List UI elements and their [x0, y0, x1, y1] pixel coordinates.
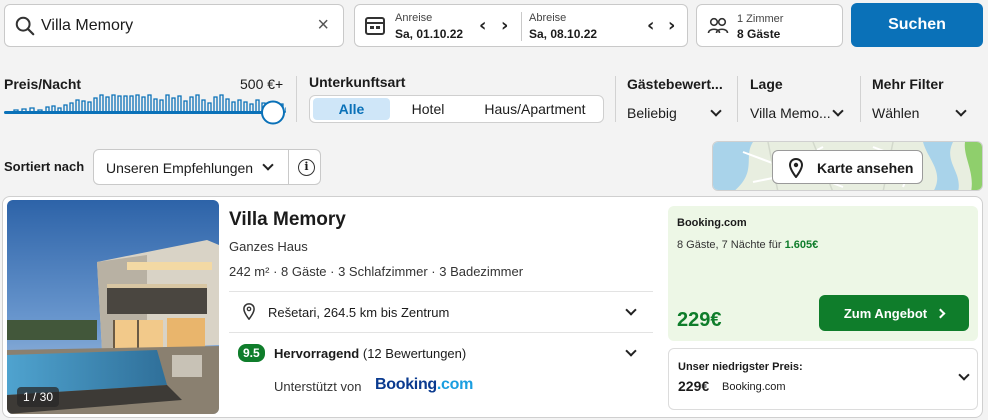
booking-logo: Booking.com: [375, 376, 473, 394]
search-button[interactable]: Suchen: [851, 3, 983, 47]
sort-label: Sortiert nach: [4, 159, 85, 174]
offer-details: 8 Gäste, 7 Nächte für 1.605€: [677, 239, 818, 251]
checkin-prev-icon[interactable]: ‹: [479, 15, 486, 36]
listing-type: Ganzes Haus: [229, 239, 308, 254]
rating-filter-value[interactable]: Beliebig: [627, 105, 677, 121]
show-map-label: Karte ansehen: [817, 160, 914, 176]
more-filters-value[interactable]: Wählen: [872, 105, 919, 121]
checkin-value[interactable]: Sa, 01.10.22: [395, 27, 463, 41]
sort-select[interactable]: Unseren Empfehlungen i: [93, 149, 321, 185]
calendar-icon: [365, 17, 385, 35]
booking-logo-main: Booking: [375, 376, 437, 393]
lowest-price-chevron-down-icon[interactable]: [958, 369, 970, 381]
rating-expand-chevron-icon[interactable]: [625, 345, 637, 357]
rating-summary: Hervorragend (12 Bewertungen): [274, 346, 466, 361]
result-card: 1 / 30 Villa Memory Ganzes Haus 242 m² ·…: [2, 196, 983, 418]
lowest-price-label: Unser niedrigster Preis:: [678, 361, 803, 373]
row-divider: [229, 291, 653, 292]
listing-photo[interactable]: 1 / 30: [7, 200, 219, 414]
filter-divider: [615, 76, 616, 122]
filter-divider: [737, 76, 738, 122]
price-slider[interactable]: [4, 90, 286, 126]
checkout-value[interactable]: Sa, 08.10.22: [529, 27, 597, 41]
offer-details-prefix: 8 Gäste, 7 Nächte für: [677, 239, 782, 251]
location-filter-label: Lage: [750, 76, 783, 92]
offer-provider: Booking.com: [677, 217, 747, 229]
row-divider: [229, 332, 653, 333]
location-pin-icon: [243, 303, 255, 320]
rating-score-badge: 9.5: [238, 344, 265, 362]
offer-total: 1.605€: [784, 239, 819, 251]
more-filters-chevron-down-icon[interactable]: [955, 105, 967, 117]
guests-label: 8 Gäste: [737, 27, 781, 41]
search-icon: [15, 16, 35, 36]
type-option-hotel[interactable]: Hotel: [390, 96, 466, 122]
price-histogram: [6, 94, 286, 113]
clear-search-icon[interactable]: ×: [317, 15, 329, 35]
guests-icon: [707, 17, 729, 34]
search-bar: Villa Memory × Anreise Sa, 01.10.22 ‹ › …: [0, 0, 988, 56]
checkout-prev-icon[interactable]: ‹: [647, 15, 654, 36]
view-offer-button[interactable]: Zum Angebot: [819, 295, 969, 331]
search-value: Villa Memory: [41, 17, 134, 34]
type-filter-label: Unterkunftsart: [309, 74, 406, 90]
sort-chevron-down-icon: [262, 159, 274, 171]
more-filters-label: Mehr Filter: [872, 76, 944, 92]
rating-filter-label: Gästebewert...: [627, 76, 723, 92]
checkin-next-icon[interactable]: ›: [501, 15, 508, 36]
rooms-guests-selector[interactable]: 1 Zimmer 8 Gäste: [696, 4, 843, 47]
destination-search-input[interactable]: Villa Memory ×: [4, 4, 344, 47]
price-slider-handle[interactable]: [261, 100, 285, 125]
type-option-all[interactable]: Alle: [313, 98, 390, 120]
checkin-label: Anreise: [395, 12, 433, 24]
lowest-price-value: 229€: [678, 378, 710, 394]
show-map-button[interactable]: Karte ansehen: [772, 150, 923, 184]
offer-price: 229€: [677, 309, 722, 331]
lowest-price-panel[interactable]: Unser niedrigster Preis: 229€ Booking.co…: [668, 348, 978, 410]
listing-title[interactable]: Villa Memory: [229, 209, 346, 231]
price-slider-track: [4, 111, 272, 114]
sort-divider: [288, 150, 289, 184]
view-offer-label: Zum Angebot: [843, 305, 928, 321]
rooms-label: 1 Zimmer: [737, 13, 784, 25]
date-picker[interactable]: Anreise Sa, 01.10.22 ‹ › Abreise Sa, 08.…: [354, 4, 688, 47]
filter-divider: [296, 76, 297, 122]
supported-by-label: Unterstützt von: [274, 379, 362, 394]
lowest-price-provider: Booking.com: [722, 381, 786, 393]
checkout-label: Abreise: [529, 12, 567, 24]
accommodation-type-segmented: Alle Hotel Haus/Apartment: [309, 95, 604, 123]
location-expand-chevron-icon[interactable]: [625, 304, 637, 316]
location-chevron-down-icon[interactable]: [832, 105, 844, 117]
map-pin-icon: [789, 158, 803, 178]
listing-facts: 242 m² · 8 Gäste · 3 Schlafzimmer · 3 Ba…: [229, 264, 524, 279]
filter-divider: [860, 76, 861, 122]
offer-panel: Booking.com 8 Gäste, 7 Nächte für 1.605€…: [668, 206, 978, 341]
info-icon[interactable]: i: [298, 159, 315, 176]
listing-location: Rešetari, 264.5 km bis Zentrum: [268, 305, 450, 320]
photo-counter: 1 / 30: [17, 387, 60, 407]
date-divider: [521, 12, 522, 41]
booking-logo-suffix: .com: [436, 376, 474, 393]
rating-count: (12 Bewertungen): [362, 346, 467, 361]
location-filter-value[interactable]: Villa Memo...: [750, 105, 831, 121]
rating-chevron-down-icon[interactable]: [710, 105, 722, 117]
sort-value: Unseren Empfehlungen: [106, 160, 254, 176]
villa-image: [7, 200, 219, 414]
chevron-right-icon: [935, 308, 946, 318]
checkout-next-icon[interactable]: ›: [668, 15, 675, 36]
rating-word: Hervorragend: [274, 346, 360, 361]
type-option-house[interactable]: Haus/Apartment: [470, 96, 600, 122]
